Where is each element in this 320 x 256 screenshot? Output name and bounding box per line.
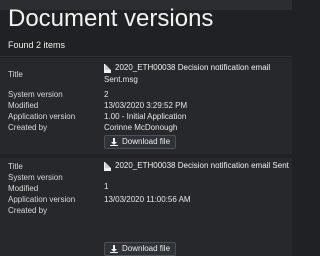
application-version-value: 1.00 - Initial Application	[104, 112, 187, 121]
modified-label: Modified	[8, 184, 39, 193]
created-by-value: Corinne McDonough	[104, 123, 178, 132]
system-version-value: 1	[104, 182, 109, 191]
download-file-label: Download file	[122, 137, 171, 146]
file-name-line-2: Sent.msg	[104, 75, 138, 84]
file-name-line-1: 2020_ETH00038 Decision notification emai…	[115, 63, 271, 72]
created-by-label: Created by	[8, 206, 48, 215]
title-label: Title	[8, 70, 23, 79]
file-icon	[104, 64, 111, 73]
download-file-button[interactable]: Download file	[104, 242, 177, 256]
system-version-label: System version	[8, 173, 63, 182]
header-divider	[0, 56, 292, 57]
modified-value: 13/03/2020 3:29:52 PM	[104, 101, 188, 110]
system-version-value: 2	[104, 90, 109, 99]
application-version-label: Application version	[8, 195, 76, 204]
download-file-button[interactable]: Download file	[104, 135, 177, 149]
system-version-label: System version	[8, 90, 63, 99]
download-file-label: Download file	[122, 244, 171, 253]
result-count: Found 2 items	[8, 40, 66, 50]
file-name-row: 2020_ETH00038 Decision notification emai…	[104, 161, 289, 171]
file-name-row: 2020_ETH00038 Decision notification emai…	[104, 63, 270, 73]
download-icon	[110, 138, 118, 146]
modified-label: Modified	[8, 101, 39, 110]
file-name-line-1: 2020_ETH00038 Decision notification emai…	[115, 161, 289, 170]
download-icon	[110, 245, 118, 253]
title-label: Title	[8, 162, 23, 171]
file-icon	[104, 162, 111, 171]
created-by-label: Created by	[8, 123, 48, 132]
application-version-label: Application version	[8, 112, 76, 121]
modified-value: 13/03/2020 11:00:56 AM	[104, 195, 191, 204]
page-title: Document versions	[8, 5, 214, 32]
version-card: Title 2020_ETH00038 Decision notificatio…	[0, 158, 292, 256]
version-card: Title 2020_ETH00038 Decision notificatio…	[0, 58, 292, 154]
